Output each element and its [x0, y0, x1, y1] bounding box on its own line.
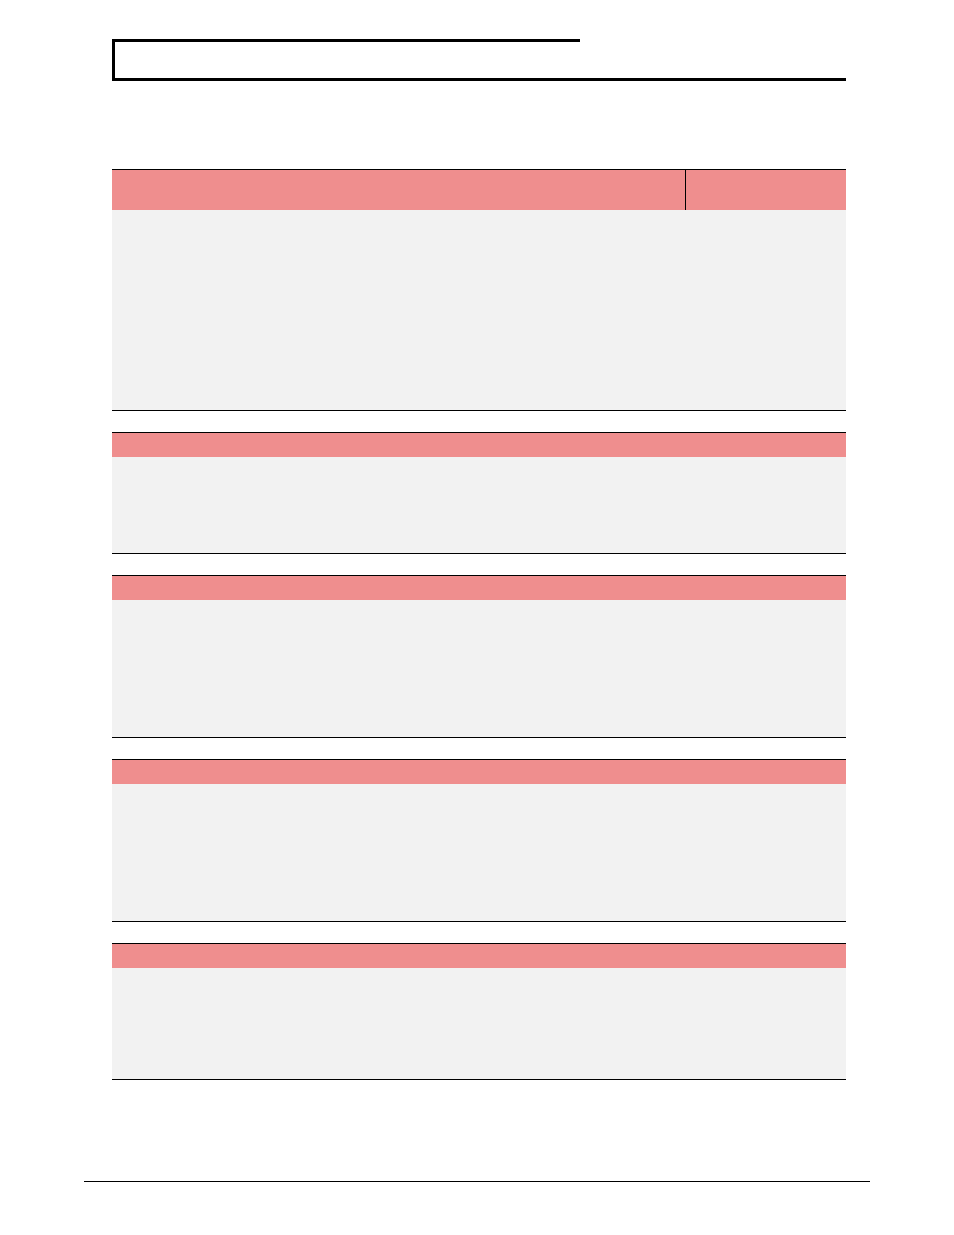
header-rule-right: [580, 78, 846, 81]
table-5-header: [112, 943, 846, 968]
footer-rule: [84, 1181, 870, 1182]
table-2-body: [112, 457, 846, 554]
page-title-box: [112, 39, 580, 81]
table-1-header: [112, 169, 846, 210]
table-4-header: [112, 759, 846, 784]
table-3-header: [112, 575, 846, 600]
table-5-body: [112, 968, 846, 1080]
table-2-header: [112, 432, 846, 457]
table-1-body: [112, 210, 846, 411]
table-1-header-divider: [685, 170, 686, 210]
table-3-body: [112, 600, 846, 738]
table-4-body: [112, 784, 846, 922]
